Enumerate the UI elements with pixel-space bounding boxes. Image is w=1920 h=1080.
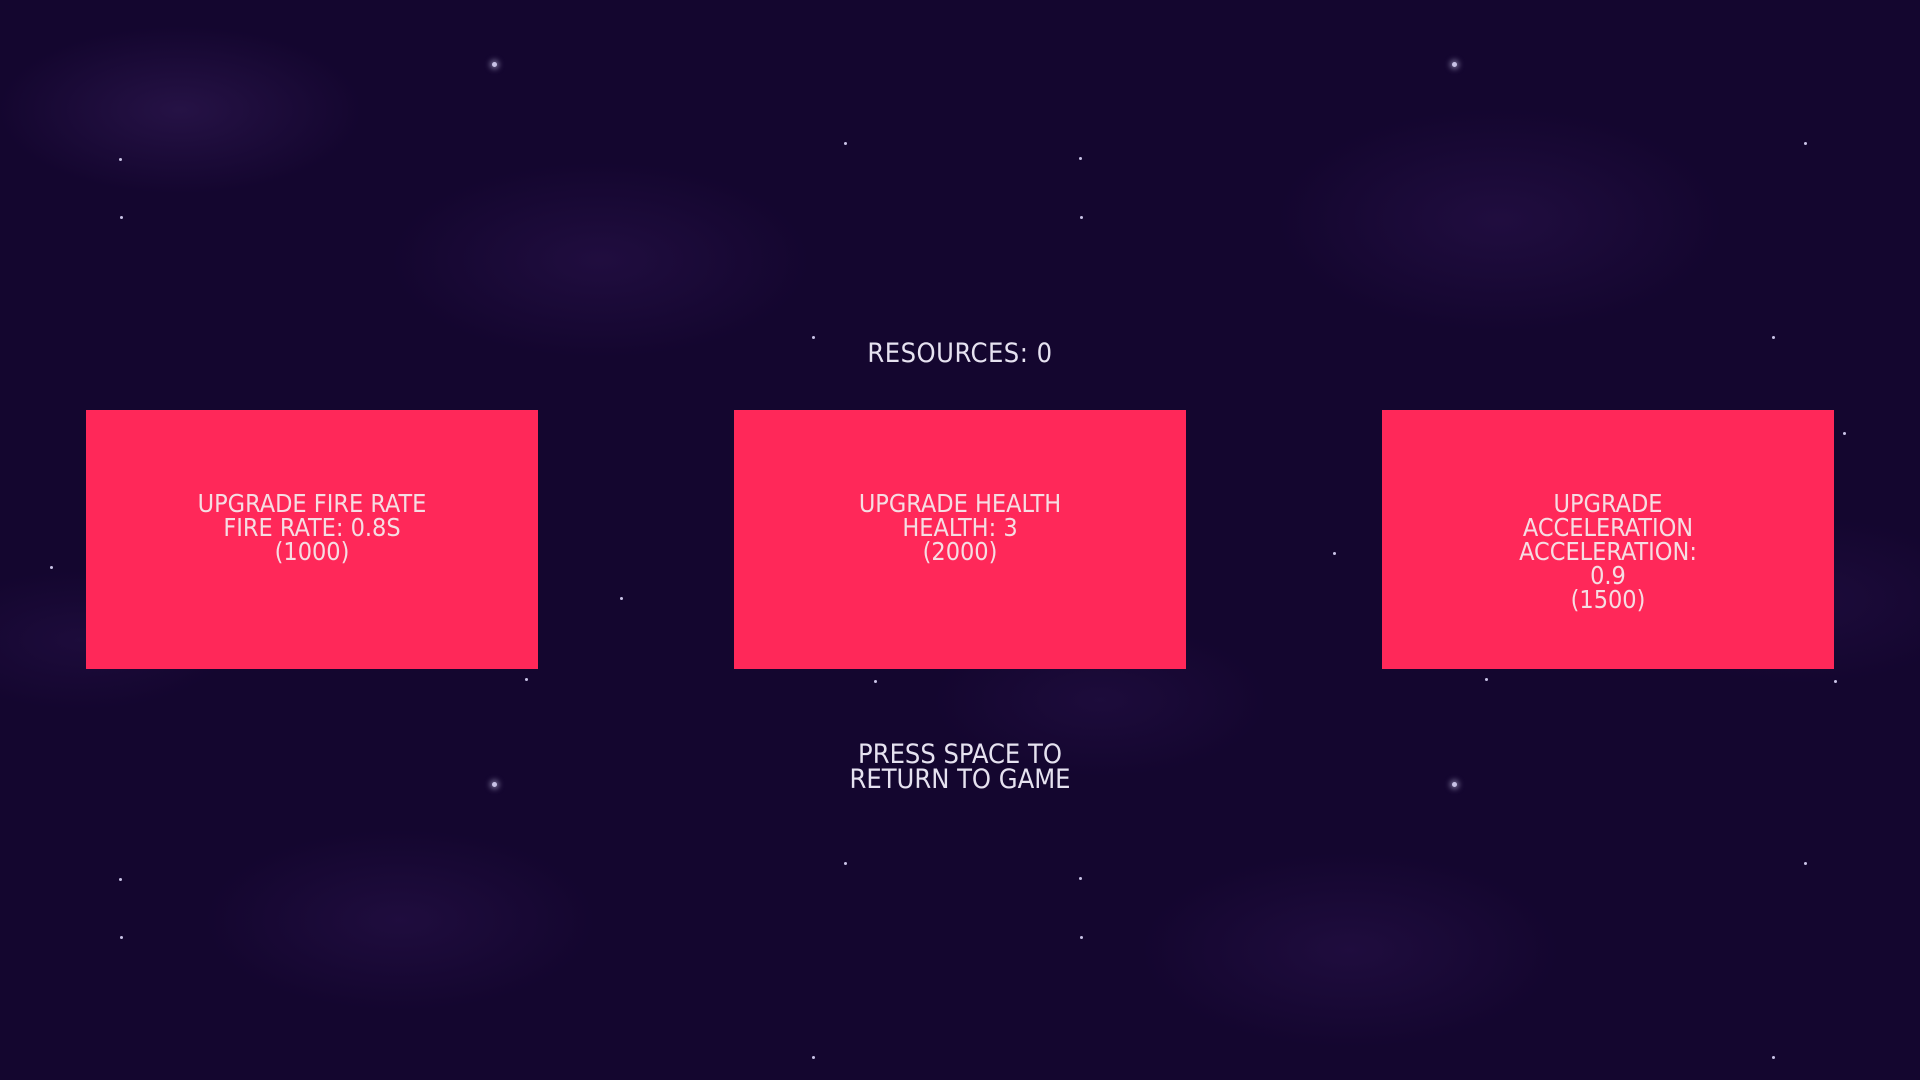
upgrade-cost: (1000) (274, 537, 350, 566)
upgrade-stat: ACCELERATION: 0.9 (1519, 537, 1697, 590)
star (1079, 877, 1082, 880)
upgrade-cost: (1500) (1570, 585, 1646, 614)
upgrade-health-text: UPGRADE HEALTH HEALTH: 3 (2000) (830, 491, 1090, 566)
star (1080, 216, 1083, 219)
upgrade-title: UPGRADE ACCELERATION (1522, 489, 1694, 542)
upgrade-cost: (2000) (922, 537, 998, 566)
star (620, 597, 623, 600)
star (1333, 552, 1336, 555)
star (50, 566, 53, 569)
star (1804, 862, 1807, 865)
star (1843, 432, 1846, 435)
upgrade-fire-rate-text: UPGRADE FIRE RATE FIRE RATE: 0.8S (1000) (182, 491, 442, 566)
upgrade-acceleration-text: UPGRADE ACCELERATION ACCELERATION: 0.9 (… (1503, 489, 1713, 614)
star (119, 878, 122, 881)
star (492, 62, 497, 67)
star (1080, 936, 1083, 939)
upgrade-fire-rate-button[interactable]: UPGRADE FIRE RATE FIRE RATE: 0.8S (1000) (86, 410, 538, 669)
star (120, 936, 123, 939)
star (1772, 1056, 1775, 1059)
star (874, 680, 877, 683)
upgrade-acceleration-button[interactable]: UPGRADE ACCELERATION ACCELERATION: 0.9 (… (1382, 410, 1834, 669)
star (1452, 62, 1457, 67)
prompt-line-2: RETURN TO GAME (849, 764, 1071, 795)
star (120, 216, 123, 219)
return-to-game-prompt: PRESS SPACE TO RETURN TO GAME (0, 741, 1920, 795)
upgrade-health-button[interactable]: UPGRADE HEALTH HEALTH: 3 (2000) (734, 410, 1186, 669)
resources-counter: RESOURCES: 0 (867, 338, 1053, 369)
star (525, 678, 528, 681)
star (1834, 680, 1837, 683)
star (812, 1056, 815, 1059)
star (1804, 142, 1807, 145)
star (844, 142, 847, 145)
star (119, 158, 122, 161)
star (1485, 678, 1488, 681)
star (1079, 157, 1082, 160)
star (844, 862, 847, 865)
